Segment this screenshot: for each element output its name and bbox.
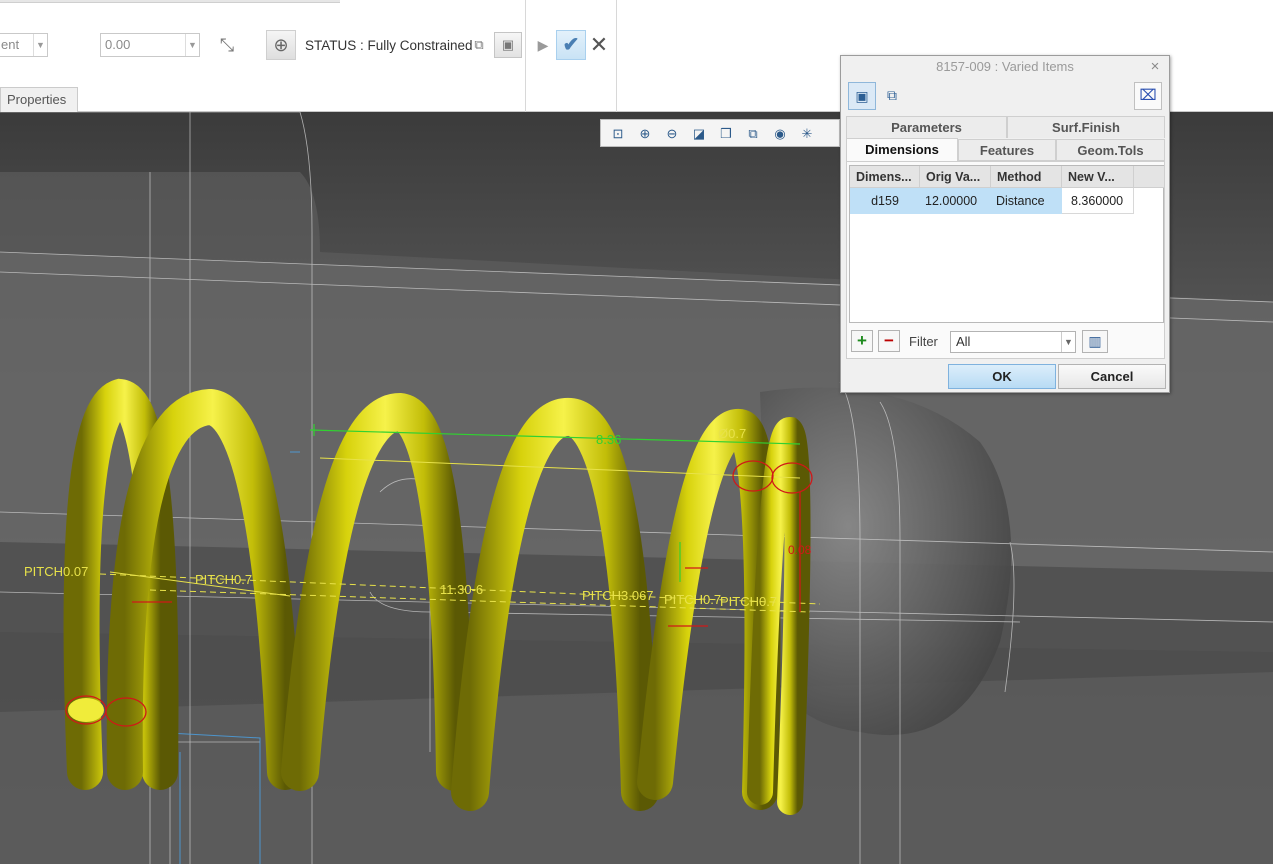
table-cell-orig-value[interactable]: 12.00000 [920, 188, 991, 214]
pitch-annotation: PITCH3.067 [582, 588, 654, 603]
length-annotation: 11.30-6 [440, 582, 483, 597]
status-text: STATUS : Fully Constrained [305, 38, 473, 53]
view-toolbar: ⊡ ⊕ ⊖ ◪ ❒ ⧉ ◉ ✳ [600, 119, 840, 147]
remove-all-icon[interactable]: ⌧ [1134, 82, 1162, 110]
table-cell-new-value[interactable]: 8.360000 [1062, 188, 1134, 214]
repaint-icon[interactable]: ◪ [688, 123, 710, 145]
pause-resume-icon[interactable]: ▶ [535, 34, 551, 56]
column-header[interactable]: New V... [1062, 166, 1134, 188]
ribbon-tab-strip [0, 0, 340, 3]
value-combo-value: 0.00 [105, 37, 131, 52]
zoom-in-icon[interactable]: ⊕ [634, 123, 656, 145]
column-header-filler [1134, 166, 1165, 188]
check-icon[interactable]: ✔ [556, 30, 586, 60]
close-icon[interactable]: ✕ [588, 32, 610, 58]
reference-combo[interactable]: ent ▼ [0, 33, 48, 57]
table-columns-icon[interactable]: ▥ [1082, 330, 1108, 353]
tab-features[interactable]: Features [958, 139, 1056, 161]
saved-views-icon[interactable]: ⧉ [742, 123, 764, 145]
length-annotation: 8.36 [596, 432, 621, 447]
tab-surf-finish[interactable]: Surf.Finish [1007, 116, 1165, 138]
tab-parameters[interactable]: Parameters [846, 116, 1007, 138]
filter-select-value: All [956, 334, 971, 349]
varied-items-dialog: 8157-009 : Varied Items × ▣ ⧉ ⌧ Paramete… [840, 55, 1170, 393]
close-icon[interactable]: × [1147, 58, 1163, 76]
pitch-annotation: PITCH0.7 [195, 572, 252, 587]
add-item-icon[interactable]: ▣ [848, 82, 876, 110]
column-header[interactable]: Dimens... [850, 166, 920, 188]
end-annotation: 0.08 [788, 543, 812, 557]
dimensions-panel: Dimens... Orig Va... Method New V... d15… [846, 161, 1165, 359]
varied-items-table: Dimens... Orig Va... Method New V... d15… [849, 165, 1165, 323]
pitch-annotation: PITCH0.7 [664, 592, 721, 607]
dialog-title: 8157-009 : Varied Items [936, 59, 1074, 74]
value-combo[interactable]: 0.00 ▼ [100, 33, 200, 57]
tab-properties[interactable]: Properties [0, 87, 78, 112]
table-cell-dimension[interactable]: d159 [850, 188, 920, 214]
display-style-icon[interactable]: ❒ [715, 123, 737, 145]
cancel-button[interactable]: Cancel [1058, 364, 1166, 389]
wire-diameter-annotation: Ø0.7 [718, 426, 746, 441]
reference-combo-value: ent [1, 37, 20, 52]
flip-direction-icon[interactable]: ⤡ [216, 34, 238, 56]
filter-label: Filter [909, 334, 938, 349]
show-dialog-icon[interactable]: ▣ [494, 32, 522, 58]
chevron-down-icon[interactable]: ▼ [1061, 332, 1075, 352]
capture-icon[interactable]: ◉ [769, 123, 791, 145]
zoom-out-icon[interactable]: ⊖ [661, 123, 683, 145]
column-header[interactable]: Orig Va... [920, 166, 991, 188]
chevron-down-icon[interactable]: ▼ [33, 34, 47, 56]
ok-button[interactable]: OK [948, 364, 1056, 389]
chevron-down-icon[interactable]: ▼ [185, 34, 199, 56]
ribbon-separator [525, 0, 526, 112]
table-cell-method[interactable]: Distance [991, 188, 1062, 214]
select-item-icon[interactable]: ⧉ [878, 82, 906, 110]
remove-row-icon[interactable]: − [878, 330, 900, 352]
constraint-status-icon[interactable]: ⊕ [266, 30, 296, 60]
zoom-fit-icon[interactable]: ⊡ [607, 123, 629, 145]
pitch-annotation: PITCH0.07 [24, 564, 88, 579]
pitch-annotation: PITCH0.7 [720, 594, 777, 609]
filter-select[interactable]: All ▼ [950, 331, 1076, 353]
tab-geom-tols[interactable]: Geom.Tols [1056, 139, 1165, 161]
ribbon-separator [616, 0, 617, 112]
add-row-icon[interactable]: + [851, 330, 873, 352]
datum-display-icon[interactable]: ✳ [796, 123, 818, 145]
column-header[interactable]: Method [991, 166, 1062, 188]
separate-window-icon[interactable]: ⧉ [468, 35, 490, 55]
tab-dimensions[interactable]: Dimensions [846, 138, 958, 162]
